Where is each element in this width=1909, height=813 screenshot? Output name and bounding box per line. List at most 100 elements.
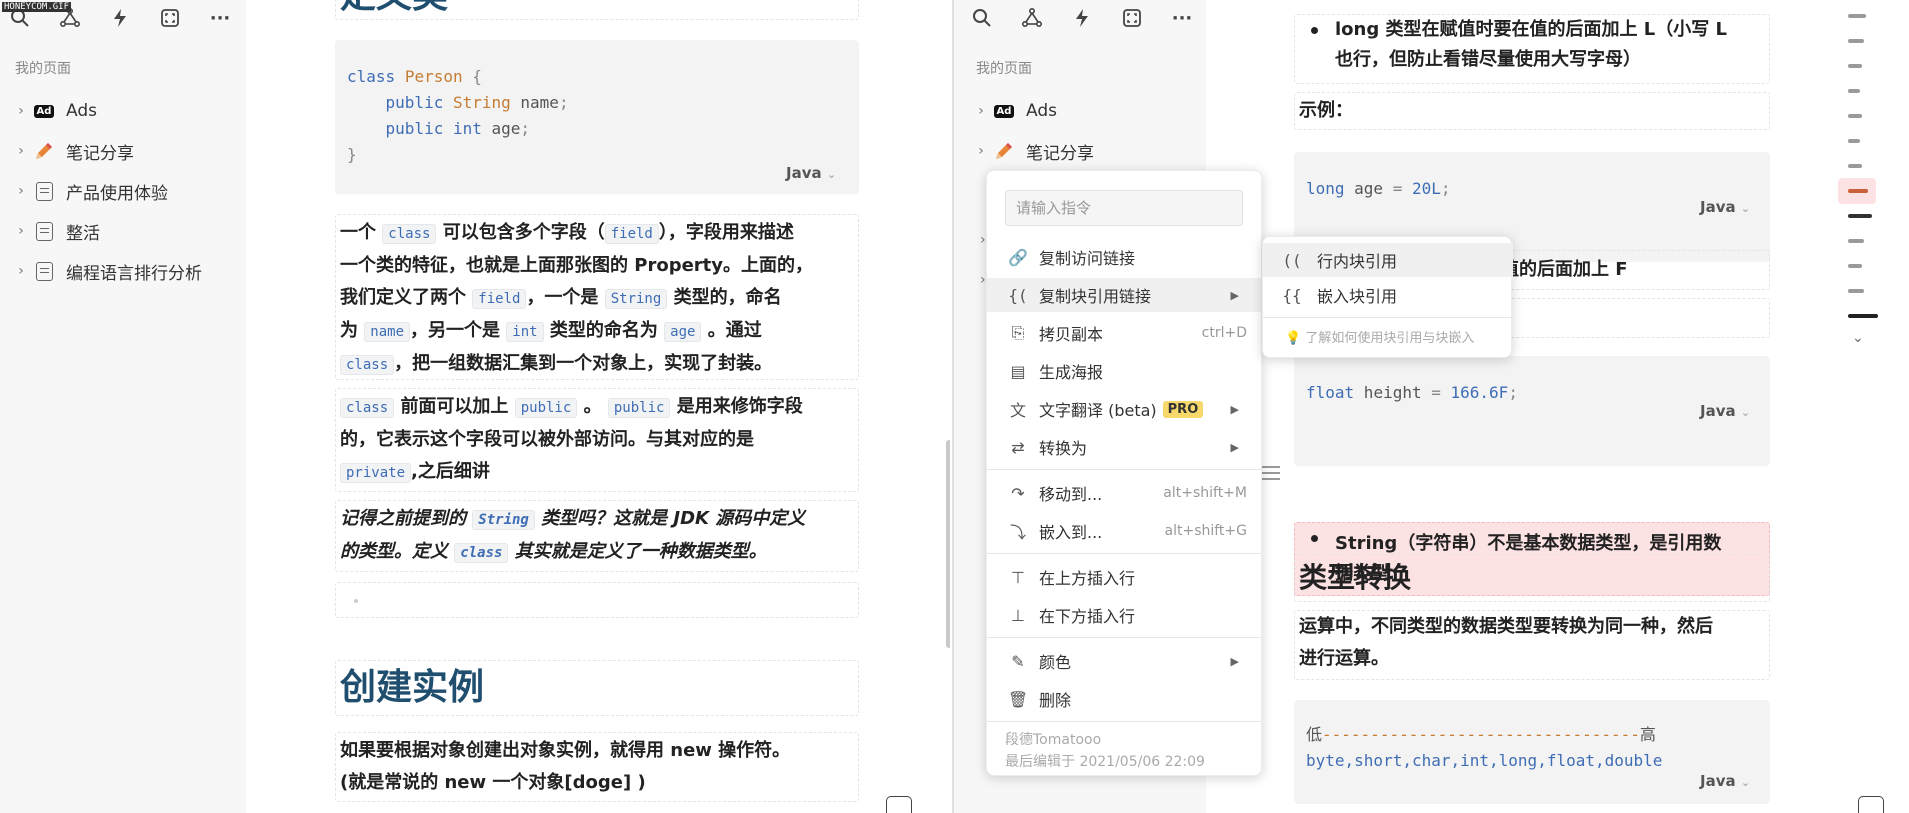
watermark: HONEYCOM.GIF xyxy=(2,2,72,12)
menu-item-color[interactable]: ✎ 颜色 ▶ xyxy=(987,644,1261,678)
chevron-right-icon[interactable]: › xyxy=(10,223,32,239)
more-icon[interactable]: ··· xyxy=(1170,6,1194,30)
chevron-right-icon: ▶ xyxy=(1230,288,1239,302)
convert-icon: ⇄ xyxy=(1011,437,1025,457)
poster-icon: ▤ xyxy=(1010,361,1026,381)
move-icon: ↷ xyxy=(1011,483,1025,503)
left-collapse-icon[interactable] xyxy=(886,796,912,813)
drag-handle-icon[interactable] xyxy=(1262,466,1280,480)
more-icon[interactable]: ··· xyxy=(208,6,232,30)
outline-minimap[interactable]: ⌄ xyxy=(1838,0,1898,813)
sidebar-item-label: 笔记分享 xyxy=(1026,143,1094,164)
paragraph-block[interactable]: class 前面可以加上 public 。 public 是用来修饰字段 的，它… xyxy=(335,388,859,492)
menu-item-convert[interactable]: ⇄ 转换为 ▶ xyxy=(987,430,1261,464)
empty-block[interactable] xyxy=(335,582,859,618)
right-collapse-icon[interactable] xyxy=(1858,796,1884,813)
chevron-right-icon[interactable]: › xyxy=(10,143,32,159)
submenu-hint[interactable]: 💡 了解如何使用块引用与块嵌入 xyxy=(1285,327,1474,346)
menu-item-insert-below[interactable]: ⊥ 在下方插入行 xyxy=(987,598,1261,632)
paragraph-block[interactable]: 运算中，不同类型的数据类型要转换为同一种，然后 进行运算。 xyxy=(1294,610,1770,680)
heading-block[interactable]: 类型转换 xyxy=(1294,554,1770,602)
insert-above-icon: ⊤ xyxy=(1011,567,1025,587)
sidebar-item-ranking[interactable]: › 编程语言排行分析 xyxy=(10,254,202,288)
fullscreen-icon[interactable] xyxy=(158,6,182,30)
code-language-selector[interactable]: Java ⌄ xyxy=(786,164,836,182)
sidebar-item-product[interactable]: › 产品使用体验 xyxy=(10,174,168,208)
block-ref-icon: {( xyxy=(1008,285,1028,305)
menu-footer-edited: 最后编辑于 2021/05/06 22:09 xyxy=(1005,754,1205,770)
pro-badge: PRO xyxy=(1162,400,1204,418)
menu-item-duplicate[interactable]: ⎘ 拷贝副本 ctrl+D xyxy=(987,316,1261,350)
document-icon xyxy=(32,220,56,242)
chevron-right-icon[interactable]: › xyxy=(10,183,32,199)
sidebar-item-ads[interactable]: › Ad Ads xyxy=(970,94,1057,128)
submenu-item-embed-ref[interactable]: {{ 嵌入块引用 xyxy=(1263,278,1513,312)
menu-item-translate[interactable]: 文 文字翻译 (beta) PRO ▶ xyxy=(987,392,1261,426)
menu-item-poster[interactable]: ▤ 生成海报 xyxy=(987,354,1261,388)
sidebar-item-ads[interactable]: › Ad Ads xyxy=(10,94,97,128)
chevron-right-icon[interactable]: › xyxy=(10,103,32,119)
heading-block[interactable]: 创建实例 xyxy=(335,660,859,716)
translate-icon: 文 xyxy=(1009,401,1026,420)
menu-item-delete[interactable]: 🗑 删除 xyxy=(987,682,1261,716)
ad-icon: Ad xyxy=(32,100,56,122)
graph-icon[interactable] xyxy=(1020,6,1044,30)
sidebar-item-notes[interactable]: › 笔记分享 xyxy=(10,134,134,168)
left-scrollbar-thumb[interactable] xyxy=(946,440,950,648)
code-language-selector[interactable]: Java ⌄ xyxy=(1700,402,1750,420)
insert-below-icon: ⊥ xyxy=(1011,605,1025,625)
lightning-icon[interactable] xyxy=(1070,6,1094,30)
ad-icon: Ad xyxy=(992,100,1016,122)
paragraph-block[interactable]: 记得之前提到的 String 类型吗？这就是 JDK 源码中定义 的类型。定义 … xyxy=(335,500,859,572)
block-ref-submenu: (( 行内块引用 {{ 嵌入块引用 💡 了解如何使用块引用与块嵌入 xyxy=(1262,236,1513,358)
embed-ref-icon: {{ xyxy=(1282,285,1302,305)
section-heading: 类型转换 xyxy=(1299,561,1412,594)
left-sidebar: ··· 我的页面 › Ad Ads › 笔记分享 › 产品使用体验 › 整活 ›… xyxy=(0,0,246,813)
submenu-item-inline-ref[interactable]: (( 行内块引用 xyxy=(1263,243,1513,277)
heading-block[interactable]: 定义类 xyxy=(335,0,859,20)
menu-separator xyxy=(987,553,1261,554)
trash-icon: 🗑 xyxy=(1007,689,1029,709)
sidebar-item-fun[interactable]: › 整活 xyxy=(10,214,100,248)
menu-item-move[interactable]: ↷ 移动到... alt+shift+M xyxy=(987,476,1261,510)
sidebar-item-label: Ads xyxy=(1026,101,1057,121)
paragraph-block[interactable]: 示例： xyxy=(1294,92,1770,130)
chevron-down-icon[interactable]: ⌄ xyxy=(1852,330,1864,346)
code-language-selector[interactable]: Java ⌄ xyxy=(1700,198,1750,216)
sidebar-heading: 我的页面 xyxy=(976,61,1032,77)
paragraph-block[interactable]: 一个 class 可以包含多个字段（ field ），字段用来描述 一个类的特征，也… xyxy=(335,214,859,380)
menu-item-copy-link[interactable]: 🔗 复制访问链接 xyxy=(987,240,1261,274)
chevron-right-icon: ▶ xyxy=(1230,654,1239,668)
sidebar-item-label: 编程语言排行分析 xyxy=(66,263,202,284)
inline-ref-icon: (( xyxy=(1282,250,1302,270)
sidebar-item-notes[interactable]: › 笔记分享 xyxy=(970,134,1094,168)
pencil-icon xyxy=(32,140,56,162)
search-icon[interactable] xyxy=(970,6,994,30)
code-block[interactable]: float height = 166.6F; xyxy=(1294,356,1770,466)
menu-item-embed[interactable]: ⤵ 嵌入到... alt+shift+G xyxy=(987,514,1261,548)
fullscreen-icon[interactable] xyxy=(1120,6,1144,30)
lightning-icon[interactable] xyxy=(108,6,132,30)
hidden-chevrons: › › xyxy=(980,232,986,288)
menu-item-copy-block-ref[interactable]: {( 复制块引用链接 ▶ xyxy=(987,278,1261,312)
sidebar-heading: 我的页面 xyxy=(15,61,71,77)
code-language-selector[interactable]: Java ⌄ xyxy=(1700,772,1750,790)
menu-item-insert-above[interactable]: ⊤ 在上方插入行 xyxy=(987,560,1261,594)
chevron-right-icon[interactable]: › xyxy=(10,263,32,279)
command-search-input[interactable]: 请输入指令 xyxy=(1005,190,1243,226)
chevron-right-icon[interactable]: › xyxy=(970,103,992,119)
chevron-right-icon: ▶ xyxy=(1230,402,1239,416)
pencil-icon xyxy=(992,140,1016,162)
paragraph-block[interactable]: 如果要根据对象创建出对象实例，就得用 new 操作符。 (就是常说的 new 一… xyxy=(335,732,859,802)
code-block[interactable]: class Person { public String name; publi… xyxy=(335,40,859,194)
color-icon: ✎ xyxy=(1011,651,1025,671)
chevron-right-icon[interactable]: › xyxy=(970,143,992,159)
section-heading: 创建实例 xyxy=(340,667,485,708)
sidebar-item-label: 整活 xyxy=(66,223,100,244)
block-context-menu: 请输入指令 🔗 复制访问链接 {( 复制块引用链接 ▶ ⎘ 拷贝副本 ctrl+… xyxy=(986,170,1262,776)
sidebar-item-label: Ads xyxy=(66,101,97,121)
code-block[interactable]: 低---------------------------------高 byte… xyxy=(1294,700,1770,804)
bullet-block[interactable]: long 类型在赋值时要在值的后面加上 L（小写 L 也行，但防止看错尽量使用大… xyxy=(1294,14,1770,84)
document-icon xyxy=(32,180,56,202)
menu-separator xyxy=(987,469,1261,470)
